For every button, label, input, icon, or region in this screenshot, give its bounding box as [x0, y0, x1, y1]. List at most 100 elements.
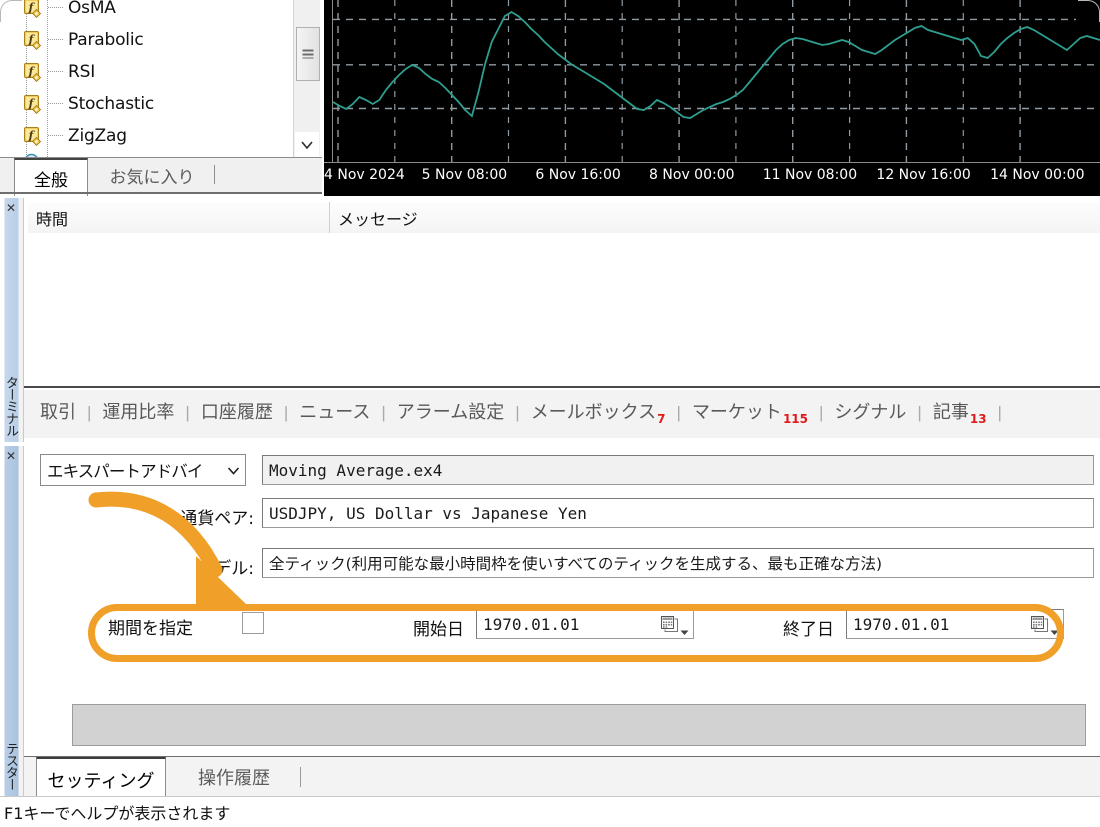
tester-type-select-value: エキスパートアドバイ: [47, 462, 203, 481]
navigator-scrollbar[interactable]: [293, 0, 320, 157]
terminal-tab-4[interactable]: ニュース: [299, 398, 370, 424]
terminal-tab-count-badge: 13: [969, 411, 987, 426]
terminal-tab-9[interactable]: 記事13: [933, 398, 987, 426]
tree-connector: [48, 7, 64, 8]
terminal-column-time[interactable]: 時間: [28, 202, 330, 233]
status-bar: F1キーでヘルプが表示されます: [0, 796, 1100, 827]
terminal-grid: 時間 メッセージ: [24, 198, 1100, 388]
status-bar-text: F1キーでヘルプが表示されます: [4, 804, 231, 823]
fx-indicator-icon: f: [24, 30, 43, 50]
terminal-tabs: 取引 | 運用比率 | 口座履歴 | ニュース | アラーム設定 | メールボックス7 | マーケット1…: [24, 390, 1100, 438]
terminal-tab-separator: |: [185, 403, 190, 422]
fx-indicator-icon: f: [24, 62, 43, 82]
navigator-tree-item-label: ZigZag: [68, 125, 127, 146]
navigator-panel: f OsMA f Parabolic f RSI f Stochastic f ZigZag 全般: [0, 0, 322, 196]
tester-symbol-value: USDJPY, US Dollar vs Japanese Yen: [269, 503, 587, 523]
tester-model-label: モデル:: [197, 559, 254, 579]
terminal-tab-8[interactable]: シグナル: [834, 398, 906, 424]
navigator-tree-item-label: RSI: [68, 61, 96, 82]
navigator-tree[interactable]: f OsMA f Parabolic f RSI f Stochastic f ZigZag: [2, 0, 320, 158]
navigator-tree-item-label: Parabolic: [68, 29, 144, 50]
period-row-highlight: [88, 604, 1064, 662]
navigator-tab-general[interactable]: 全般: [14, 158, 88, 196]
navigator-tab-favorites-label: お気に入り: [109, 167, 195, 188]
terminal-tab-separator: |: [381, 403, 386, 422]
window-corner-top-right: [1076, 0, 1100, 24]
chart-x-tick-label: 14 Nov 00:00: [990, 167, 1085, 183]
navigator-tab-favorites[interactable]: お気に入り: [92, 158, 212, 192]
mt4-window: f OsMA f Parabolic f RSI f Stochastic f ZigZag 全般: [0, 0, 1100, 827]
chevron-down-icon: [301, 140, 313, 149]
terminal-tab-6[interactable]: メールボックス7: [531, 398, 666, 426]
navigator-tree-item-label: OsMA: [68, 0, 116, 18]
terminal-tab-separator: |: [997, 403, 1002, 422]
tester-model-field[interactable]: 全ティック(利用可能な最小時間枠を使いすべてのティックを生成する、最も正確な方法…: [262, 548, 1094, 578]
terminal-tab-separator: |: [515, 403, 520, 422]
terminal-column-message[interactable]: メッセージ: [330, 202, 1100, 233]
tree-connector: [48, 103, 64, 104]
chart-x-axis: 4 Nov 2024 5 Nov 08:00 6 Nov 16:00 8 Nov 00…: [324, 162, 1100, 196]
navigator-tree-item[interactable]: f ZigZag: [2, 120, 284, 152]
terminal-panel: ✕ ターミナル 時間 メッセージ 取引 | 運用比率 | 口座履歴 | ニュース | アラーム設…: [0, 198, 1100, 442]
terminal-tab-3[interactable]: 口座履歴: [201, 398, 273, 424]
tester-expert-file-field[interactable]: Moving Average.ex4: [262, 455, 1094, 485]
terminal-tab-separator: |: [819, 403, 824, 422]
terminal-tab-7[interactable]: マーケット115: [692, 398, 808, 426]
terminal-header-row: 時間 メッセージ: [28, 202, 1100, 234]
navigator-tree-item[interactable]: f OsMA: [2, 0, 284, 24]
navigator-bottom-border: [0, 192, 322, 194]
scroll-down-button[interactable]: [295, 132, 319, 157]
tree-connector: [48, 71, 64, 72]
terminal-rows-area[interactable]: [28, 233, 1100, 388]
chart-svg: [332, 0, 1100, 162]
tester-expert-file-value: Moving Average.ex4: [269, 460, 443, 480]
chart-x-tick-label: 8 Nov 00:00: [649, 167, 735, 183]
tester-vertical-label: テスター: [4, 742, 19, 790]
terminal-tab-separator: |: [917, 403, 922, 422]
tester-tab-journal-label: 操作履歴: [198, 768, 270, 789]
chart-plot-area: [324, 0, 1100, 162]
chart-x-tick-label: 12 Nov 16:00: [876, 167, 971, 183]
tab-separator: [214, 165, 215, 184]
tree-connector: [48, 135, 64, 136]
terminal-tab-2[interactable]: 運用比率: [102, 398, 174, 424]
navigator-tabs: 全般 お気に入り: [0, 157, 322, 196]
fx-indicator-icon: f: [24, 0, 43, 18]
top-row: f OsMA f Parabolic f RSI f Stochastic f ZigZag 全般: [0, 0, 1100, 196]
tester-model-value: 全ティック(利用可能な最小時間枠を使いすべてのティックを生成する、最も正確な方法…: [269, 555, 883, 573]
grip-lines-icon: [302, 49, 314, 59]
navigator-tree-item-label: Stochastic: [68, 93, 154, 114]
tester-tab-separator: [300, 767, 301, 787]
terminal-vertical-label: ターミナル: [4, 376, 19, 436]
terminal-tab-separator: |: [87, 403, 92, 422]
terminal-tab-5[interactable]: アラーム設定: [397, 398, 504, 424]
tree-connector: [48, 39, 64, 40]
terminal-column-time-label: 時間: [36, 209, 69, 229]
chart-x-tick-label: 5 Nov 08:00: [421, 167, 508, 183]
terminal-side-strip: ✕ ターミナル: [0, 198, 24, 442]
tester-type-select[interactable]: エキスパートアドバイ: [40, 454, 246, 486]
terminal-close-button[interactable]: ✕: [4, 201, 18, 215]
tester-progress-bar: [72, 704, 1086, 746]
navigator-tree-item[interactable]: f RSI: [2, 56, 284, 88]
chart-x-tick-label: 4 Nov 2024: [324, 167, 405, 183]
terminal-tab-count-badge: 7: [657, 411, 666, 426]
terminal-column-message-label: メッセージ: [338, 209, 418, 229]
tester-symbol-label: 通貨ペア:: [180, 509, 254, 529]
tester-close-button[interactable]: ✕: [4, 449, 18, 463]
chart-x-tick-label: 11 Nov 08:00: [762, 167, 858, 183]
fx-indicator-icon: f: [24, 94, 43, 114]
tester-symbol-field[interactable]: USDJPY, US Dollar vs Japanese Yen: [262, 498, 1094, 528]
terminal-tab-count-badge: 115: [782, 411, 808, 426]
scrollbar-thumb[interactable]: [296, 27, 320, 81]
fx-indicator-icon: f: [24, 126, 43, 146]
chevron-down-icon: [225, 463, 241, 478]
price-chart[interactable]: 4 Nov 2024 5 Nov 08:00 6 Nov 16:00 8 Nov 00…: [324, 0, 1100, 196]
navigator-tree-item[interactable]: f Parabolic: [2, 24, 284, 56]
tester-tab-settings[interactable]: セッティング: [36, 757, 166, 801]
navigator-tree-item[interactable]: f Stochastic: [2, 88, 284, 120]
tester-tabs: セッティング 操作履歴: [24, 756, 1100, 801]
chart-y-axis: [332, 0, 333, 162]
terminal-tab-1[interactable]: 取引: [40, 398, 76, 424]
tester-tab-journal[interactable]: 操作履歴: [172, 757, 296, 797]
